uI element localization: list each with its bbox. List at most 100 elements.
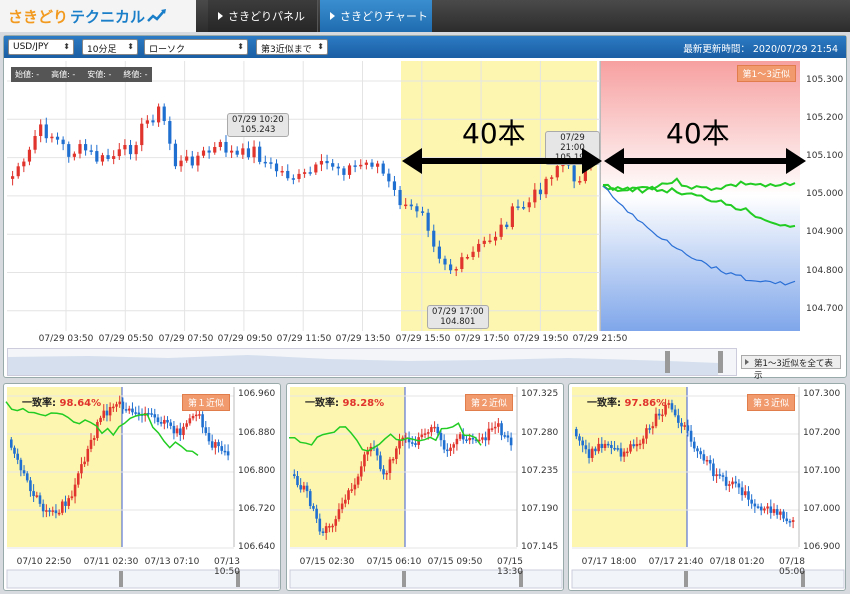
- candle-body: [490, 428, 494, 430]
- x-tick: 07/15 02:30: [299, 557, 355, 567]
- candle-body: [686, 425, 690, 431]
- candle-body: [391, 458, 395, 461]
- candle-body: [638, 443, 642, 446]
- candle-body: [67, 498, 70, 506]
- candle-body: [670, 403, 674, 410]
- candle-body: [51, 510, 55, 512]
- candle-body: [172, 425, 176, 434]
- candle-body: [763, 508, 766, 511]
- y-tick: 106.880: [238, 428, 276, 438]
- candle-body: [22, 470, 26, 474]
- candle-body: [506, 435, 510, 438]
- candle-body: [414, 443, 417, 445]
- candle-body: [102, 410, 106, 418]
- candle-body: [603, 443, 607, 449]
- approximation-badge: 第３近似: [747, 394, 796, 411]
- tab-sakidori-panel[interactable]: さきどりパネル: [208, 0, 318, 32]
- x-tick: 07/29 11:50: [276, 334, 332, 344]
- candle-body: [705, 459, 709, 462]
- candle-body: [86, 448, 90, 462]
- candle-body: [433, 426, 436, 429]
- candle-body: [578, 436, 581, 441]
- candle-body: [83, 461, 86, 465]
- navigator-overview: [8, 351, 723, 375]
- x-tick: 07/29 15:50: [395, 334, 451, 344]
- candle-body: [19, 459, 23, 471]
- chevron-right-icon: [330, 12, 335, 20]
- y-tick: 105.200: [806, 113, 844, 123]
- candle-body: [575, 429, 578, 437]
- y-tick: 107.235: [521, 466, 559, 476]
- subchart-3[interactable]: 一致率: 97.86% 第３近似 107.300 107.200 107.100…: [568, 383, 846, 591]
- candle-body: [683, 425, 687, 427]
- candle-body: [73, 484, 77, 497]
- tab-label: さきどりチャート: [340, 10, 428, 23]
- candle-body: [41, 503, 45, 512]
- main-y-axis: 105.300 105.200 105.100 105.000 104.900 …: [802, 61, 844, 331]
- candle-body: [788, 521, 792, 523]
- candle-body: [616, 448, 620, 450]
- show-all-approximations-button[interactable]: 第1〜3近似を全て表示: [741, 355, 841, 381]
- x-tick: 07/17 21:40: [648, 557, 704, 567]
- candle-body: [756, 506, 760, 508]
- y-tick: 107.190: [521, 504, 559, 514]
- match-rate: 一致率: 98.64%: [22, 394, 101, 409]
- candle-body: [743, 491, 747, 496]
- app-logo[interactable]: さきどり テクニカル: [0, 0, 196, 32]
- candle-body: [299, 485, 302, 490]
- candle-body: [366, 451, 369, 455]
- candle-body: [166, 419, 169, 423]
- candle-body: [324, 526, 328, 533]
- candle-body: [497, 423, 500, 427]
- candle-body: [204, 427, 208, 433]
- candle-body: [45, 510, 48, 512]
- tab-sakidori-chart[interactable]: さきどりチャート: [320, 0, 432, 32]
- y-tick: 104.700: [806, 304, 844, 314]
- candle-body: [169, 422, 173, 426]
- candle-body: [728, 484, 731, 486]
- candle-body: [127, 408, 131, 411]
- y-tick: 107.100: [803, 466, 841, 476]
- candle-body: [699, 451, 702, 455]
- candle-body: [775, 509, 779, 515]
- x-tick: 07/15 06:10: [366, 557, 422, 567]
- candle-body: [779, 511, 782, 515]
- candle-body: [587, 449, 591, 458]
- x-tick: 07/15 13:30: [497, 557, 523, 577]
- candle-body: [115, 404, 118, 407]
- arrow-left-icon: [604, 148, 624, 174]
- candle-body: [753, 503, 757, 507]
- y-tick: 106.960: [238, 389, 276, 399]
- candle-body: [334, 519, 338, 526]
- play-icon: [745, 359, 749, 365]
- candle-body: [481, 437, 484, 440]
- match-rate-label: 一致率:: [22, 398, 56, 409]
- candle-body: [388, 459, 392, 474]
- candle-body: [750, 499, 753, 504]
- candle-body: [80, 464, 83, 474]
- navigator-scrollbar[interactable]: [7, 348, 737, 376]
- y-tick: 106.720: [238, 504, 276, 514]
- candle-body: [619, 448, 623, 457]
- candle-body: [667, 403, 671, 405]
- candle-body: [347, 490, 350, 500]
- candle-body: [223, 450, 227, 453]
- y-tick: 107.000: [803, 504, 841, 514]
- candle-body: [312, 506, 315, 509]
- candle-body: [747, 491, 750, 500]
- candle-body: [344, 499, 347, 504]
- subchart-2[interactable]: 一致率: 98.28% 第２近似 107.325 107.280 107.235…: [286, 383, 564, 591]
- candle-body: [610, 444, 613, 448]
- candle-body: [426, 432, 430, 434]
- candle-body: [590, 448, 594, 458]
- candle-body: [712, 463, 715, 477]
- candle-body: [439, 433, 443, 441]
- approximation-badge: 第２近似: [465, 394, 514, 411]
- x-tick: 07/29 13:50: [335, 334, 391, 344]
- subchart-1[interactable]: 一致率: 98.64% 第１近似 106.960 106.880 106.800…: [3, 383, 281, 591]
- candle-body: [375, 448, 379, 456]
- candle-body: [708, 459, 712, 464]
- top-nav-bar: さきどり テクニカル さきどりパネル さきどりチャート: [0, 0, 850, 32]
- chevron-right-icon: [218, 12, 223, 20]
- candle-body: [724, 476, 728, 486]
